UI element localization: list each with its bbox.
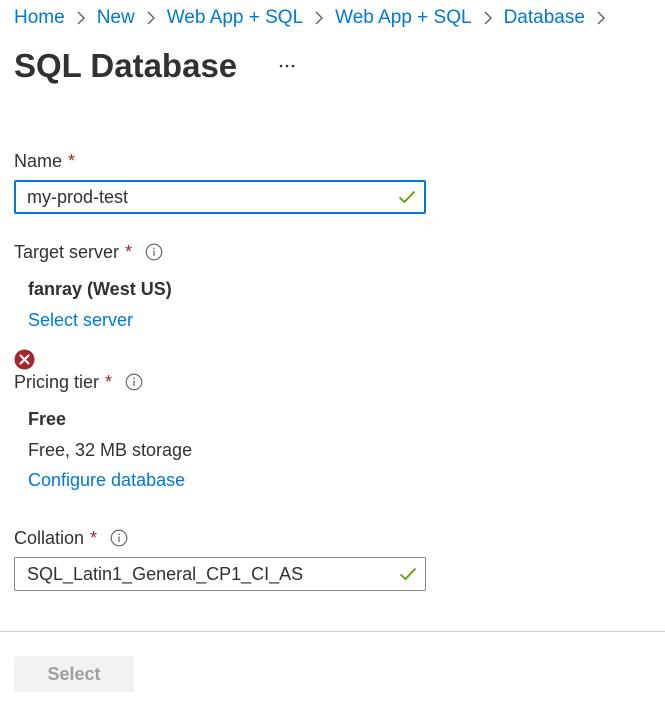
required-indicator: * <box>105 371 113 392</box>
breadcrumb-home-link[interactable]: Home <box>14 7 65 29</box>
check-icon <box>391 567 425 581</box>
breadcrumb-webapp-sql-link-2[interactable]: Web App + SQL <box>335 7 471 29</box>
name-label: Name * <box>14 149 75 173</box>
error-icon <box>14 349 35 370</box>
collation-label-text: Collation <box>14 527 85 548</box>
chevron-right-icon <box>135 5 167 31</box>
page-title: SQL Database <box>14 47 238 84</box>
pricing-tier-label: Pricing tier * <box>14 370 143 394</box>
chevron-right-icon <box>65 5 97 31</box>
collation-field[interactable] <box>14 557 426 591</box>
info-icon[interactable] <box>125 373 143 391</box>
breadcrumb-webapp-sql-link[interactable]: Web App + SQL <box>167 7 303 29</box>
configure-database-link[interactable]: Configure database <box>28 468 185 492</box>
required-indicator: * <box>125 241 133 262</box>
target-server-value: fanray (West US) <box>28 279 172 299</box>
target-server-label: Target server * <box>14 240 163 264</box>
info-icon[interactable] <box>110 529 128 547</box>
breadcrumb: Home New Web App + SQL Web App + SQL Dat… <box>14 5 617 31</box>
info-icon[interactable] <box>145 243 163 261</box>
collation-input[interactable] <box>15 558 391 590</box>
check-icon <box>390 190 424 204</box>
pricing-tier-label-text: Pricing tier <box>14 371 100 392</box>
chevron-right-icon <box>303 5 335 31</box>
name-field[interactable] <box>14 180 426 214</box>
required-indicator: * <box>68 150 76 171</box>
footer-divider <box>0 631 665 632</box>
name-input[interactable] <box>16 182 390 212</box>
pricing-tier-value: Free <box>28 409 67 429</box>
pricing-tier-detail: Free, 32 MB storage <box>28 440 193 460</box>
ellipsis-icon <box>279 64 295 68</box>
target-server-label-text: Target server <box>14 241 120 262</box>
more-options-button[interactable] <box>272 53 302 79</box>
collation-label: Collation * <box>14 526 128 550</box>
chevron-right-icon <box>472 5 504 31</box>
breadcrumb-database-link[interactable]: Database <box>504 7 585 29</box>
name-label-text: Name <box>14 150 63 171</box>
chevron-right-icon <box>585 5 617 31</box>
select-button[interactable]: Select <box>14 656 134 692</box>
breadcrumb-new-link[interactable]: New <box>97 7 135 29</box>
select-server-link[interactable]: Select server <box>28 308 133 332</box>
required-indicator: * <box>90 527 98 548</box>
